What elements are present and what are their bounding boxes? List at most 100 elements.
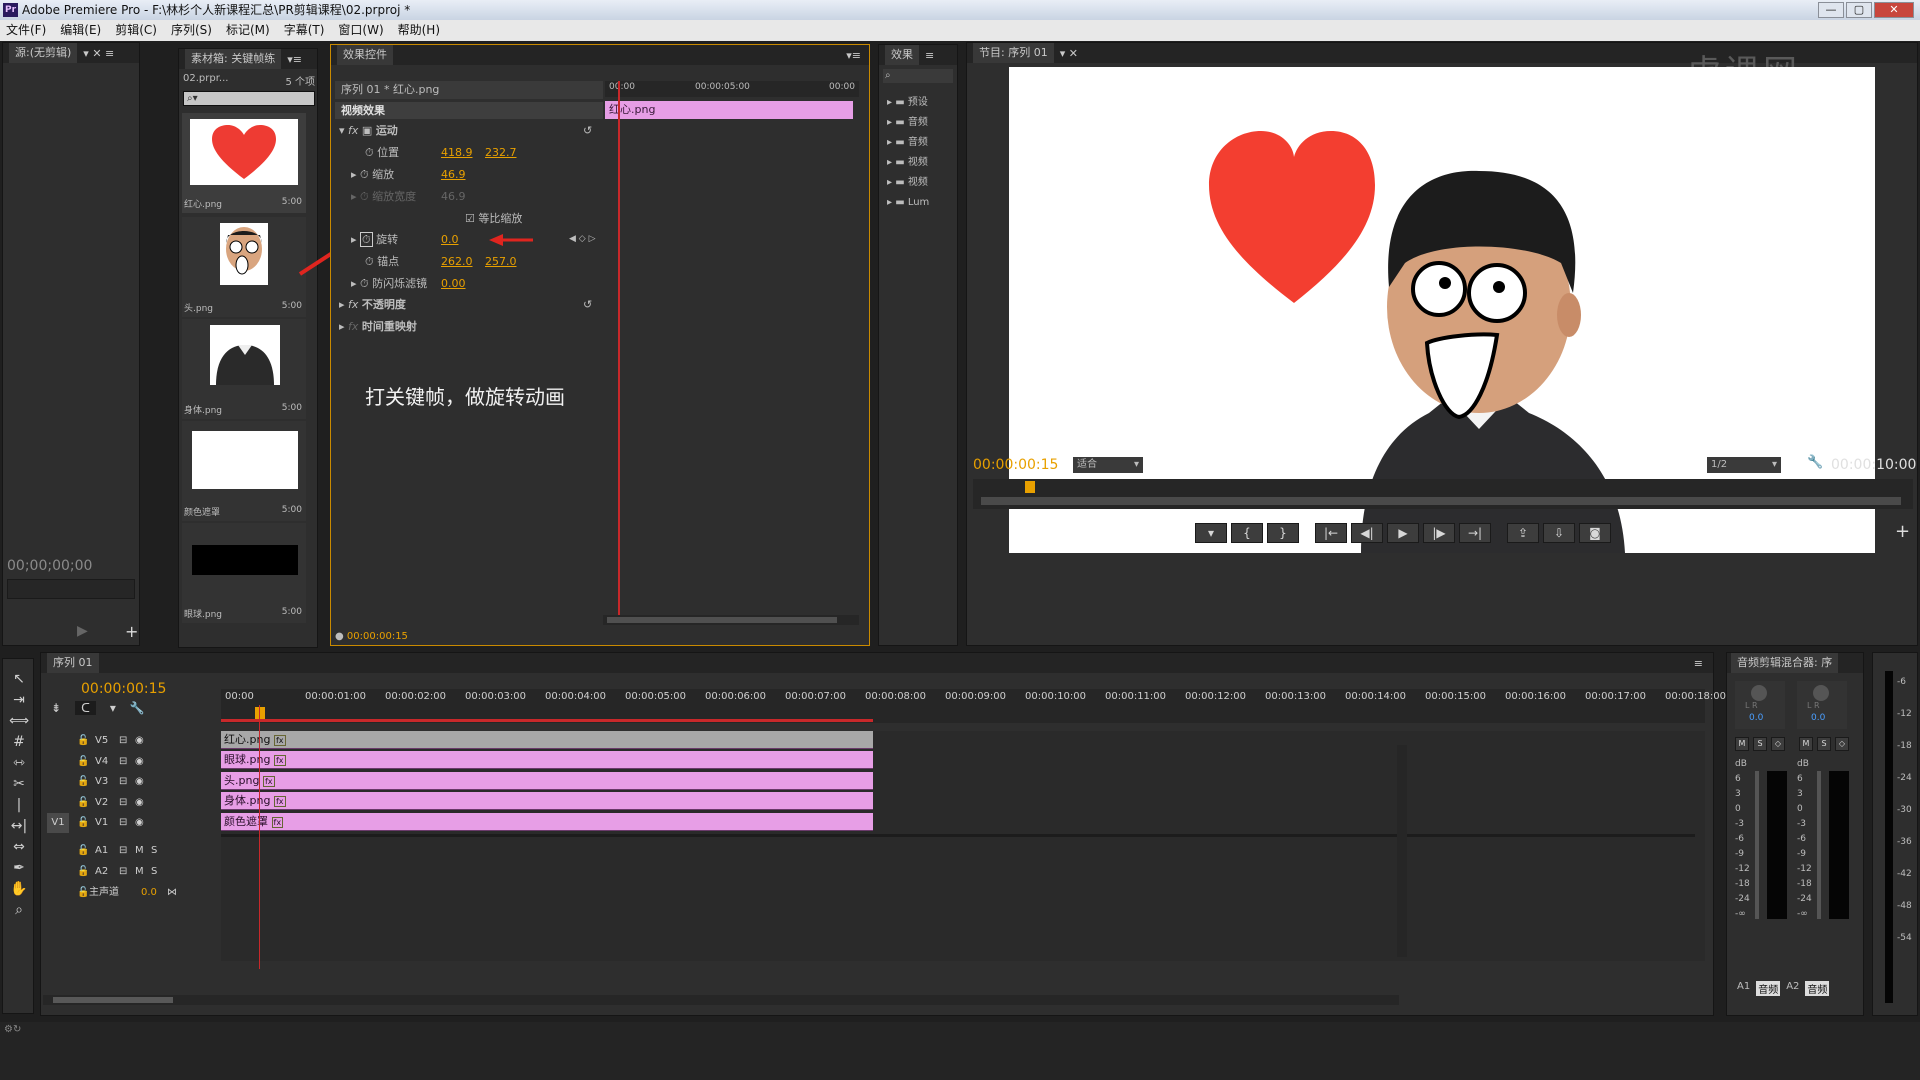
sync-icon[interactable]: ⊟ (119, 862, 127, 882)
timeline-ruler[interactable]: 00:00 00:00:01:00 00:00:02:00 00:00:03:00 00… (221, 689, 1726, 723)
eye-icon[interactable]: ◉ (135, 752, 144, 772)
bowtie-icon[interactable]: ⋈ (167, 883, 177, 903)
step-back-button[interactable]: ◀| (1351, 523, 1383, 543)
position-y-value[interactable]: 232.7 (485, 144, 517, 161)
menu-title[interactable]: 字幕(T) (284, 20, 325, 41)
video-track-header[interactable]: 🔓 V2 ⊟ ◉ (41, 793, 221, 813)
mute-button[interactable]: M (1799, 737, 1813, 751)
playhead-line[interactable] (618, 81, 620, 625)
timeline-clip[interactable]: 眼球.png fx (221, 751, 873, 769)
master-volume-value[interactable]: 0.0 (141, 883, 157, 903)
add-marker-button[interactable]: ▾ (1195, 523, 1227, 543)
slide-tool-icon[interactable]: ⇔ (9, 837, 29, 858)
video-track-header[interactable]: 🔓 V4 ⊟ ◉ (41, 752, 221, 772)
solo-button[interactable]: S (151, 841, 157, 861)
ripple-edit-tool-icon[interactable]: ⟺ (9, 711, 29, 732)
folder-item[interactable]: ▸ ▬ 预设 (887, 93, 953, 113)
audio-track-header[interactable]: 🔓 A1 ⊟ M S (41, 841, 221, 861)
menu-help[interactable]: 帮助(H) (398, 20, 440, 41)
scale-value[interactable]: 46.9 (441, 166, 466, 183)
play-button[interactable]: ▶ (1387, 523, 1419, 543)
pen-tool-icon[interactable]: ✒ (9, 858, 29, 879)
pan-knob[interactable]: L R 0.0 (1735, 681, 1785, 729)
video-track-header[interactable]: 🔓 V5 ⊟ ◉ (41, 731, 221, 751)
resolution-dropdown[interactable]: 1/2 ▾ (1707, 457, 1781, 473)
program-time-ruler[interactable] (973, 479, 1913, 509)
go-to-out-button[interactable]: →| (1459, 523, 1491, 543)
folder-item[interactable]: ▸ ▬ 视频 (887, 173, 953, 193)
wrench-icon[interactable]: 🔧 (1807, 455, 1823, 470)
zoom-tool-icon[interactable]: ⌕ (9, 900, 29, 921)
opacity-effect-row[interactable]: ▸ fx 不透明度 ↺ (339, 296, 603, 313)
timeline-clip[interactable]: 红心.png fx (221, 731, 873, 749)
lift-button[interactable]: ⇪ (1507, 523, 1539, 543)
eye-icon[interactable]: ◉ (135, 731, 144, 751)
tab-effect-controls[interactable]: 效果控件 (337, 45, 393, 65)
sync-icon[interactable]: ⊟ (119, 793, 127, 813)
lock-icon[interactable]: 🔓 (77, 772, 89, 792)
export-frame-button[interactable]: ◙ (1579, 523, 1611, 543)
property-row[interactable]: ⏱ 位置 418.9 232.7 (365, 144, 605, 161)
lock-icon[interactable]: 🔓 (77, 862, 89, 882)
eye-icon[interactable]: ◉ (135, 793, 144, 813)
bin-item[interactable]: 身体.png 5:00 (182, 319, 306, 419)
add-button[interactable]: + (1895, 521, 1910, 542)
folder-item[interactable]: ▸ ▬ Lum (887, 193, 953, 213)
bin-item[interactable]: 头.png 5:00 (182, 217, 306, 317)
volume-fader-track[interactable] (1817, 771, 1821, 919)
extract-button[interactable]: ⇩ (1543, 523, 1575, 543)
position-x-value[interactable]: 418.9 (441, 144, 473, 161)
mark-out-button[interactable]: } (1267, 523, 1299, 543)
add-button[interactable]: + (125, 622, 138, 641)
video-track-header[interactable]: 🔓 V3 ⊟ ◉ (41, 772, 221, 792)
property-row[interactable]: ⏱ 锚点 262.0 257.0 (365, 253, 605, 270)
linked-selection-icon[interactable]: ᑕ (75, 701, 96, 715)
bin-search-input[interactable]: ⌕▾ (183, 91, 315, 106)
solo-button[interactable]: S (1817, 737, 1831, 751)
tab-bin[interactable]: 素材箱: 关键帧练 (185, 49, 282, 69)
menu-edit[interactable]: 编辑(E) (60, 20, 101, 41)
reset-icon[interactable]: ↺ (583, 122, 592, 139)
hand-tool-icon[interactable]: ✋ (9, 879, 29, 900)
sync-icon[interactable]: ⊟ (119, 731, 127, 751)
solo-button[interactable]: S (1753, 737, 1767, 751)
lock-icon[interactable]: 🔓 (77, 841, 89, 861)
timeline-clip[interactable]: 头.png fx (221, 772, 873, 790)
menu-clip[interactable]: 剪辑(C) (115, 20, 157, 41)
add-marker-icon[interactable]: ▾ (110, 701, 116, 715)
bin-item[interactable]: 颜色遮罩 5:00 (182, 421, 306, 521)
reset-icon[interactable]: ↺ (583, 296, 592, 313)
source-patch[interactable]: V1 (47, 813, 69, 833)
tab-audio-mixer[interactable]: 音频剪辑混合器: 序 (1731, 653, 1839, 673)
razor-tool-icon[interactable]: ✂ (9, 774, 29, 795)
sync-icon[interactable]: ⊟ (119, 752, 127, 772)
record-button[interactable]: ◇ (1835, 737, 1849, 751)
tab-effects[interactable]: 效果 (885, 45, 919, 65)
channel-mode-button[interactable]: 音频 (1805, 981, 1830, 996)
mini-clip-bar[interactable]: 红心.png (605, 101, 853, 119)
lock-icon[interactable]: 🔓 (77, 793, 89, 813)
playhead-marker-icon[interactable] (255, 707, 265, 719)
sync-icon[interactable]: ⊟ (119, 813, 127, 833)
minimize-button[interactable]: — (1818, 2, 1844, 18)
channel-mode-button[interactable]: 音频 (1756, 981, 1781, 996)
snap-icon[interactable]: ⇟ (51, 701, 61, 715)
mute-button[interactable]: M (1735, 737, 1749, 751)
motion-effect-row[interactable]: ▾ fx ▣ 运动 ↺ (339, 122, 603, 139)
tab-source[interactable]: 源:(无剪辑) (9, 43, 78, 63)
rolling-edit-tool-icon[interactable]: # (9, 732, 29, 753)
lock-icon[interactable]: 🔓 (77, 813, 89, 833)
folder-item[interactable]: ▸ ▬ 音频 (887, 113, 953, 133)
volume-fader-track[interactable] (1755, 771, 1759, 919)
close-button[interactable]: ✕ (1874, 2, 1914, 18)
menu-marker[interactable]: 标记(M) (226, 20, 270, 41)
selection-tool-icon[interactable]: ↖ (9, 669, 29, 690)
lock-icon[interactable]: 🔓 (77, 752, 89, 772)
step-forward-button[interactable]: |▶ (1423, 523, 1455, 543)
bin-item[interactable]: 眼球.png 5:00 (182, 523, 306, 623)
lock-icon[interactable]: 🔓 (77, 883, 89, 903)
flicker-value[interactable]: 0.00 (441, 275, 466, 292)
fit-dropdown[interactable]: 适合 ▾ (1073, 457, 1143, 473)
solo-button[interactable]: S (151, 862, 157, 882)
anchor-x-value[interactable]: 262.0 (441, 253, 473, 270)
